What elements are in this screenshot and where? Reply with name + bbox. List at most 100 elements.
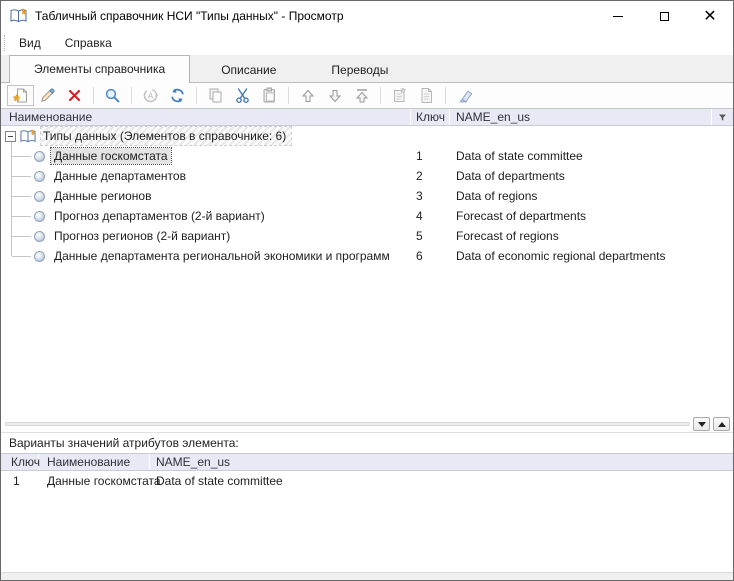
tree-row[interactable]: Прогноз департаментов (2-й вариант) 4 Fo… (1, 206, 733, 226)
eraser-button[interactable] (451, 85, 478, 106)
tree-row[interactable]: Прогноз регионов (2-й вариант) 5 Forecas… (1, 226, 733, 246)
tab-strip: Элементы справочника Описание Переводы (1, 55, 733, 83)
element-name: Прогноз регионов (2-й вариант) (51, 228, 233, 244)
collapse-expander-icon[interactable] (5, 131, 16, 142)
toolbar-separator (93, 87, 94, 104)
close-icon: ✕ (703, 8, 716, 24)
refresh-button[interactable] (164, 85, 191, 106)
minimize-button[interactable] (595, 1, 641, 31)
move-down-button[interactable] (321, 85, 348, 106)
element-name: Данные госкомстата (51, 148, 171, 164)
filter-icon (718, 113, 727, 122)
element-name: Данные департамента региональной экономи… (51, 248, 393, 264)
elements-tree: Типы данных (Элементов в справочнике: 6)… (1, 126, 733, 266)
collapse-panel-button[interactable] (693, 417, 710, 431)
tree-row[interactable]: Данные департаментов 2 Data of departmen… (1, 166, 733, 186)
tree-root-row[interactable]: Типы данных (Элементов в справочнике: 6) (1, 126, 733, 146)
element-name-en: Forecast of departments (450, 209, 733, 223)
element-key: 2 (411, 169, 450, 183)
element-icon (34, 211, 45, 222)
card-edit-icon (391, 87, 408, 104)
attributes-table-header: Ключ Наименование NAME_en_us (1, 453, 733, 471)
toolbar-separator (196, 87, 197, 104)
book-icon (19, 129, 37, 144)
element-icon (34, 231, 45, 242)
element-name-en: Data of economic regional departments (450, 249, 733, 263)
element-name-en: Forecast of regions (450, 229, 733, 243)
element-icon (34, 151, 45, 162)
attributes-table-row[interactable]: 1 Данные госкомстата Data of state commi… (1, 471, 733, 491)
panel-splitter[interactable] (1, 416, 733, 432)
menu-help[interactable]: Справка (53, 31, 124, 55)
move-to-top-icon (354, 88, 370, 104)
cut-button[interactable] (229, 85, 256, 106)
auto-replace-icon: A (142, 87, 159, 104)
move-down-icon (327, 88, 343, 104)
edit-item-button[interactable] (34, 85, 61, 106)
card-view-icon (418, 87, 435, 104)
triangle-up-icon (718, 422, 726, 427)
caption-buttons: ✕ (595, 1, 733, 31)
tree-row[interactable]: Данные регионов 3 Data of regions (1, 186, 733, 206)
element-key: 1 (411, 149, 450, 163)
tab-elements[interactable]: Элементы справочника (9, 55, 190, 83)
refresh-icon (169, 87, 186, 104)
search-button[interactable] (99, 85, 126, 106)
status-bar (1, 572, 733, 580)
tree-empty-area (1, 266, 733, 416)
window-title: Табличный справочник НСИ "Типы данных" -… (35, 9, 344, 23)
move-up-icon (300, 88, 316, 104)
search-icon (104, 87, 121, 104)
attr-key: 1 (1, 474, 39, 488)
copy-button[interactable] (202, 85, 229, 106)
menu-bar: Вид Справка (1, 31, 733, 55)
maximize-button[interactable] (641, 1, 687, 31)
splitter-groove[interactable] (5, 422, 690, 426)
delete-icon (67, 88, 82, 103)
attributes-panel-label: Варианты значений атрибутов элемента: (1, 432, 733, 453)
move-up-button[interactable] (294, 85, 321, 106)
column-header-name-en[interactable]: NAME_en_us (450, 109, 712, 125)
book-icon (9, 8, 28, 24)
element-name: Данные департаментов (51, 168, 189, 184)
eraser-icon (456, 87, 473, 104)
add-item-icon (12, 87, 29, 104)
move-to-top-button[interactable] (348, 85, 375, 106)
tab-description[interactable]: Описание (197, 58, 300, 82)
card-view-button[interactable] (413, 85, 440, 106)
attributes-empty-area (1, 491, 733, 572)
paste-button[interactable] (256, 85, 283, 106)
toolbar: A (1, 83, 733, 108)
attr-name: Данные госкомстата (39, 474, 150, 488)
cut-icon (234, 87, 251, 104)
tree-root-label: Типы данных (Элементов в справочнике: 6) (41, 127, 291, 145)
element-icon (34, 191, 45, 202)
title-bar: Табличный справочник НСИ "Типы данных" -… (1, 1, 733, 31)
element-name-en: Data of state committee (450, 149, 733, 163)
toolbar-separator (380, 87, 381, 104)
close-button[interactable]: ✕ (687, 1, 733, 31)
attr-column-header-name[interactable]: Наименование (39, 454, 150, 470)
toolbar-separator (288, 87, 289, 104)
column-filter-button[interactable] (712, 109, 733, 125)
svg-text:A: A (148, 91, 154, 100)
paste-icon (261, 87, 278, 104)
tree-row[interactable]: Данные департамента региональной экономи… (1, 246, 733, 266)
element-key: 5 (411, 229, 450, 243)
minimize-icon (613, 16, 623, 17)
add-item-button[interactable] (7, 85, 34, 106)
tree-row[interactable]: Данные госкомстата 1 Data of state commi… (1, 146, 733, 166)
card-edit-button[interactable] (386, 85, 413, 106)
column-header-name[interactable]: Наименование (1, 109, 411, 125)
menu-view[interactable]: Вид (7, 31, 53, 55)
tab-translations[interactable]: Переводы (307, 58, 412, 82)
auto-replace-button[interactable]: A (137, 85, 164, 106)
delete-item-button[interactable] (61, 85, 88, 106)
column-header-key[interactable]: Ключ (411, 109, 450, 125)
element-key: 4 (411, 209, 450, 223)
edit-icon (39, 87, 56, 104)
attr-column-header-name-en[interactable]: NAME_en_us (150, 454, 733, 470)
attr-column-header-key[interactable]: Ключ (1, 454, 39, 470)
expand-panel-button[interactable] (713, 417, 730, 431)
element-key: 6 (411, 249, 450, 263)
